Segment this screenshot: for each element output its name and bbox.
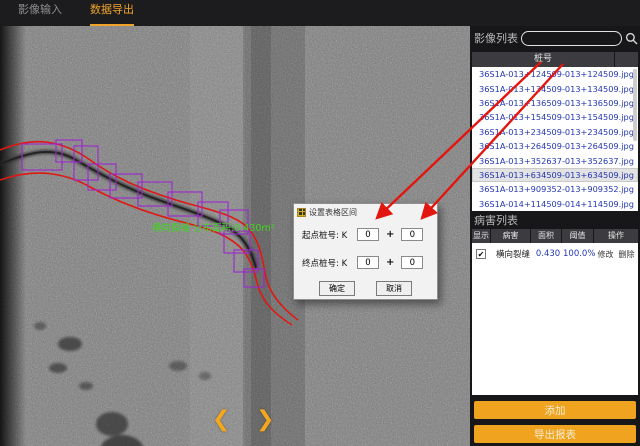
defect-threshold: 100.0%	[563, 249, 594, 259]
right-panel: 影像列表 桩号 36S1A-013+124509-013+124509.jpg …	[470, 26, 640, 446]
end-stake-row: 终点桩号: K +	[302, 256, 437, 269]
list-item[interactable]: 36S1A-013+154509-013+154509.jpg	[472, 110, 638, 124]
search-input[interactable]	[521, 31, 622, 46]
end-stake-m-input[interactable]	[401, 256, 423, 269]
list-item[interactable]: 36S1A-013+124509-013+124509.jpg	[472, 67, 638, 81]
plus-sign: +	[386, 257, 394, 268]
defect-table-header: 显示 病害 面积(m²) 阈值 操作	[472, 229, 638, 243]
image-list-header: 桩号	[472, 52, 638, 67]
next-image-button[interactable]: ❯	[256, 407, 274, 432]
start-stake-km-input[interactable]	[357, 228, 379, 241]
col-show: 显示	[472, 229, 490, 243]
export-report-button[interactable]: 导出报表	[474, 425, 636, 443]
end-stake-label: 终点桩号: K	[302, 257, 357, 269]
list-item[interactable]: 36S1A-013+264509-013+264509.jpg	[472, 139, 638, 153]
defect-visible-checkbox[interactable]: ✔	[476, 249, 486, 259]
list-item[interactable]: 36S1A-014+114509-014+114509.jpg	[472, 197, 638, 211]
start-stake-m-input[interactable]	[401, 228, 423, 241]
defect-table-body: ✔ 横向裂缝 0.430 100.0% 修改 删除	[472, 243, 638, 395]
set-range-dialog: 设置表格区间 × 起点桩号: K + 终点桩号: K + 确定 取消	[293, 203, 438, 300]
defect-list-title: 病害列表	[472, 213, 638, 229]
list-item[interactable]: 36S1A-013+234509-013+234509.jpg	[472, 125, 638, 139]
tab-data-export[interactable]: 数据导出	[90, 0, 134, 26]
ok-button[interactable]: 确定	[319, 281, 355, 296]
end-stake-km-input[interactable]	[357, 256, 379, 269]
image-list-title: 影像列表	[474, 30, 518, 46]
stake-column-header: 桩号	[472, 52, 614, 67]
dialog-title: 设置表格区间	[309, 207, 421, 218]
col-defect: 病害	[491, 229, 530, 243]
table-icon	[297, 208, 306, 217]
extra-column-header	[615, 52, 638, 67]
start-stake-row: 起点桩号: K +	[302, 228, 437, 241]
dialog-titlebar[interactable]: 设置表格区间 ×	[294, 204, 437, 219]
add-button[interactable]: 添加	[474, 401, 636, 419]
list-item[interactable]: 36S1A-013+909352-013+909352.jpg	[472, 182, 638, 196]
col-area: 面积(m²)	[531, 229, 561, 243]
start-stake-label: 起点桩号: K	[302, 229, 357, 241]
list-item[interactable]: 36S1A-013+352637-013+352637.jpg	[472, 153, 638, 167]
defect-area: 0.430	[533, 249, 563, 259]
edit-link[interactable]: 修改	[598, 249, 614, 260]
crack-area-label: 横向裂缝 分布面积:0.430m²	[152, 222, 275, 234]
delete-link[interactable]: 删除	[619, 249, 635, 260]
image-dark-edge	[0, 26, 26, 446]
plus-sign: +	[386, 229, 394, 240]
col-operation: 操作	[594, 229, 638, 243]
search-icon[interactable]	[625, 32, 638, 45]
cancel-button[interactable]: 取消	[376, 281, 412, 296]
list-item-selected[interactable]: 36S1A-013+634509-013+634509.jpg	[472, 168, 638, 182]
topbar: 影像输入 数据导出	[0, 0, 640, 26]
defect-name: 横向裂缝	[490, 248, 533, 260]
list-item[interactable]: 36S1A-013+136509-013+136509.jpg	[472, 96, 638, 110]
table-row: ✔ 横向裂缝 0.430 100.0% 修改 删除	[472, 243, 638, 265]
col-threshold: 阈值	[562, 229, 593, 243]
tab-image-input[interactable]: 影像输入	[18, 0, 62, 26]
scrollbar-thumb[interactable]	[633, 69, 637, 141]
close-icon[interactable]: ×	[424, 207, 434, 217]
list-item[interactable]: 36S1A-013+134509-013+134509.jpg	[472, 81, 638, 95]
app-window: 影像输入 数据导出	[0, 0, 640, 446]
image-viewer[interactable]: 横向裂缝 分布面积:0.430m² 设置表格区间 × 起点桩号: K + 终点桩…	[0, 26, 470, 446]
image-list: 36S1A-013+124509-013+124509.jpg 36S1A-01…	[472, 67, 638, 211]
prev-image-button[interactable]: ❮	[212, 407, 230, 432]
